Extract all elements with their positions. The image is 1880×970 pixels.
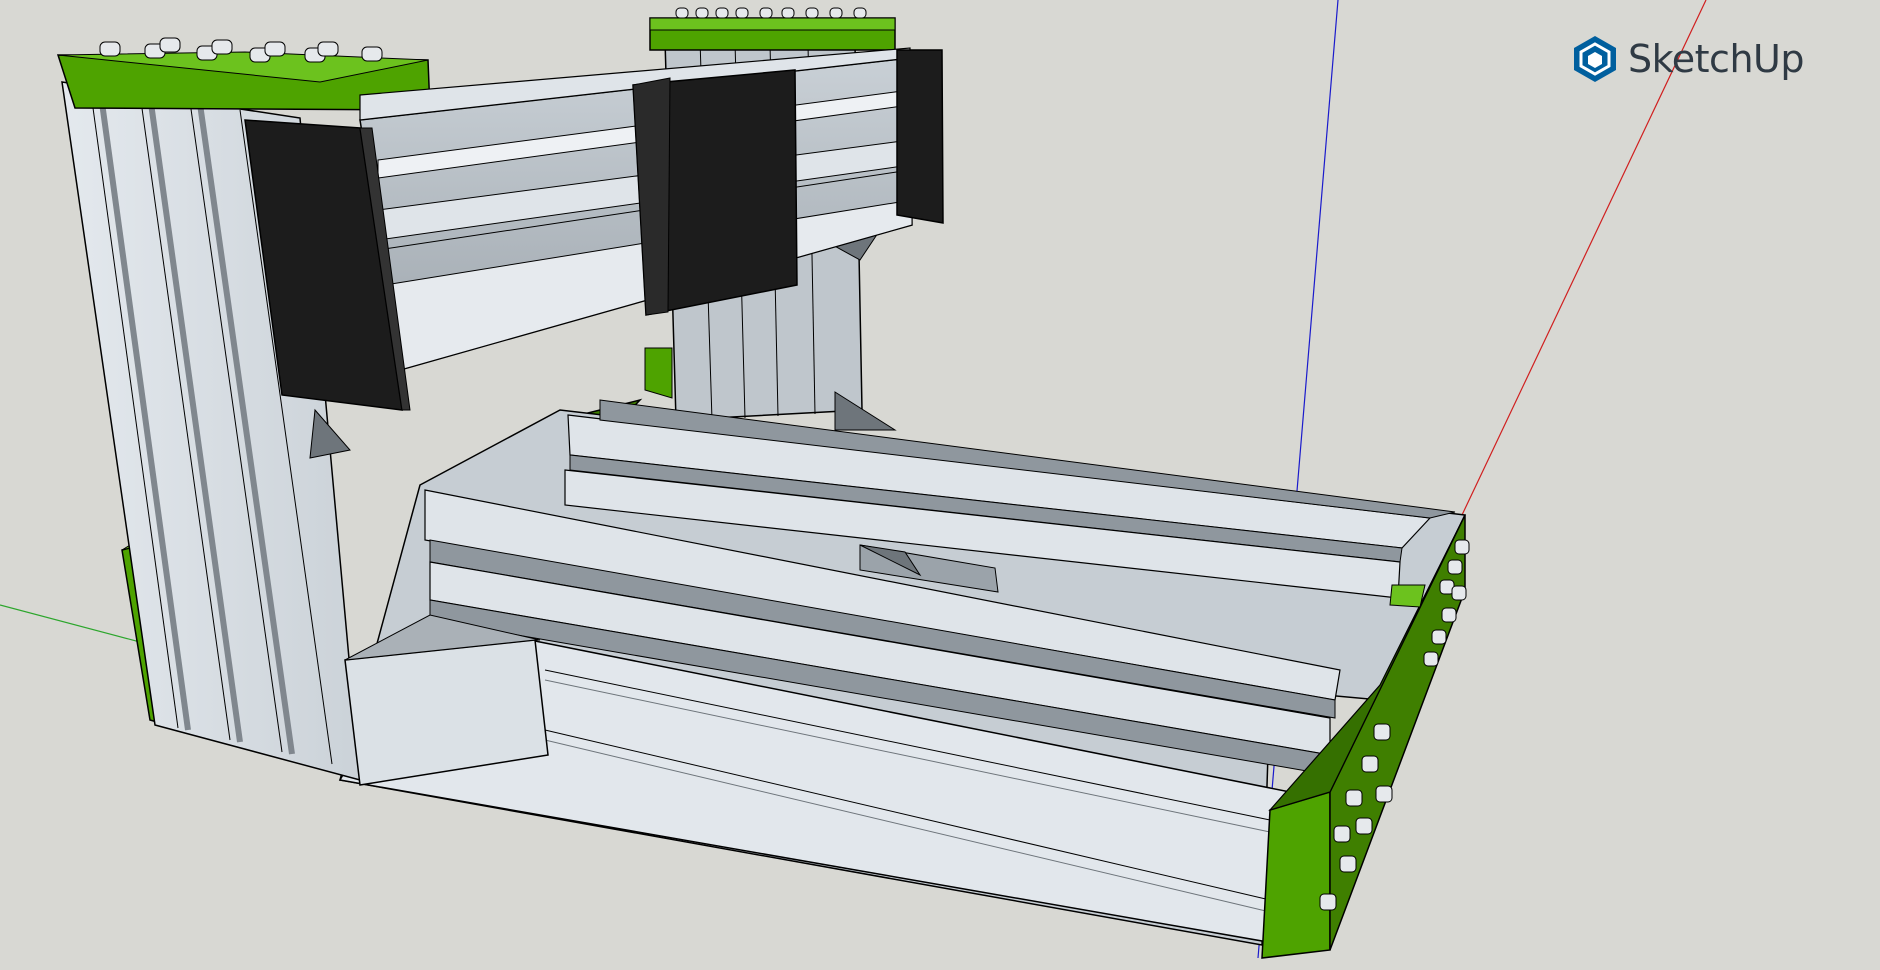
x-carriage-plate[interactable] xyxy=(632,69,798,316)
rear-bolts xyxy=(675,7,867,19)
rear-carriage-plate[interactable] xyxy=(896,49,944,224)
sketchup-logo-icon xyxy=(1574,36,1616,82)
model-viewport[interactable]: SketchUp xyxy=(0,0,1880,970)
green-axis xyxy=(0,604,141,643)
brand-name: SketchUp xyxy=(1628,37,1804,81)
sketchup-logo: SketchUp xyxy=(1572,32,1804,86)
cnc-router-model[interactable] xyxy=(0,0,1880,970)
